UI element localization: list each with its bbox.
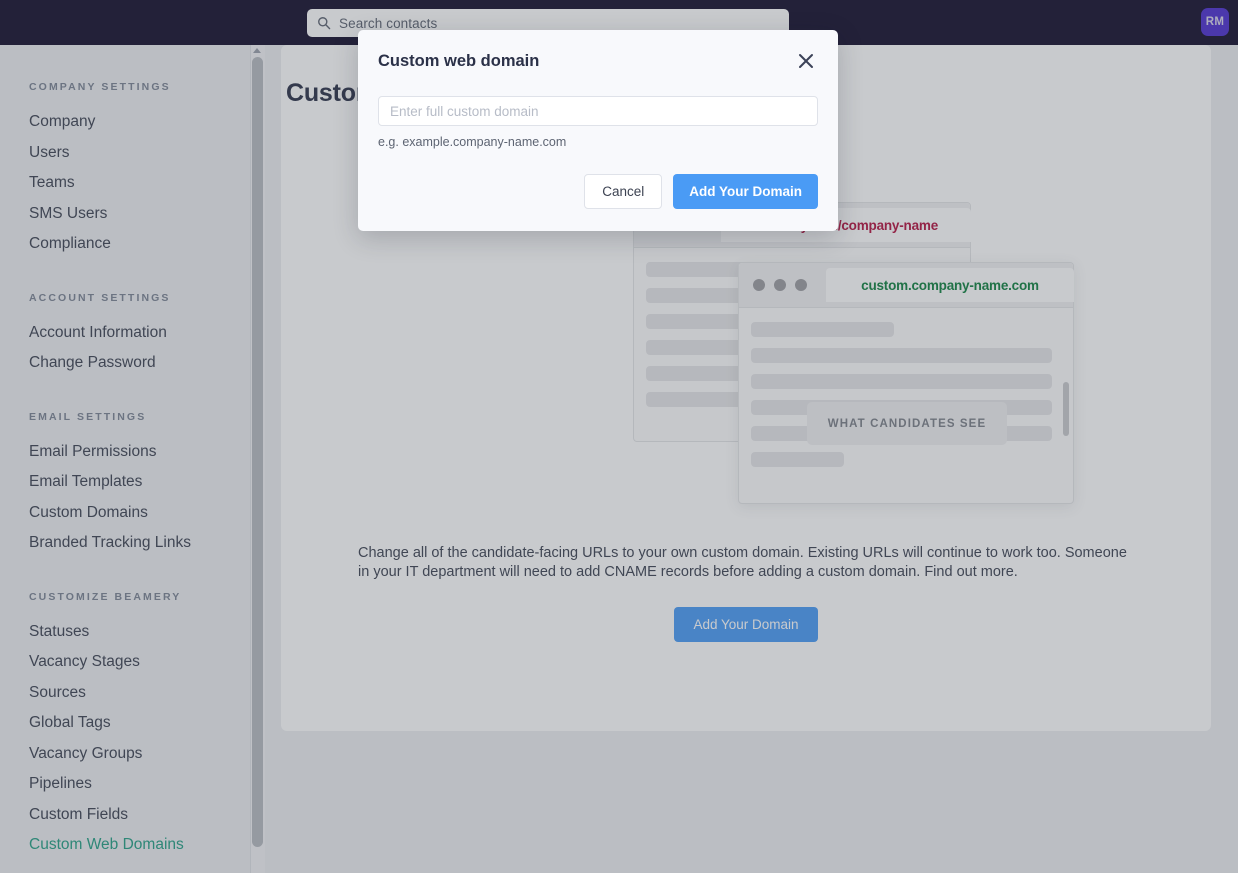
modal-actions: Cancel Add Your Domain: [378, 174, 818, 209]
close-icon: [799, 53, 813, 68]
custom-domain-input[interactable]: [378, 96, 818, 126]
modal-header: Custom web domain: [378, 52, 818, 74]
input-hint-text: e.g. example.company-name.com: [378, 135, 567, 149]
modal-title: Custom web domain: [378, 52, 540, 70]
add-your-domain-submit-button[interactable]: Add Your Domain: [673, 174, 818, 209]
custom-web-domain-modal: Custom web domain e.g. example.company-n…: [358, 30, 838, 231]
cancel-button[interactable]: Cancel: [584, 174, 663, 209]
close-button[interactable]: [794, 50, 818, 74]
